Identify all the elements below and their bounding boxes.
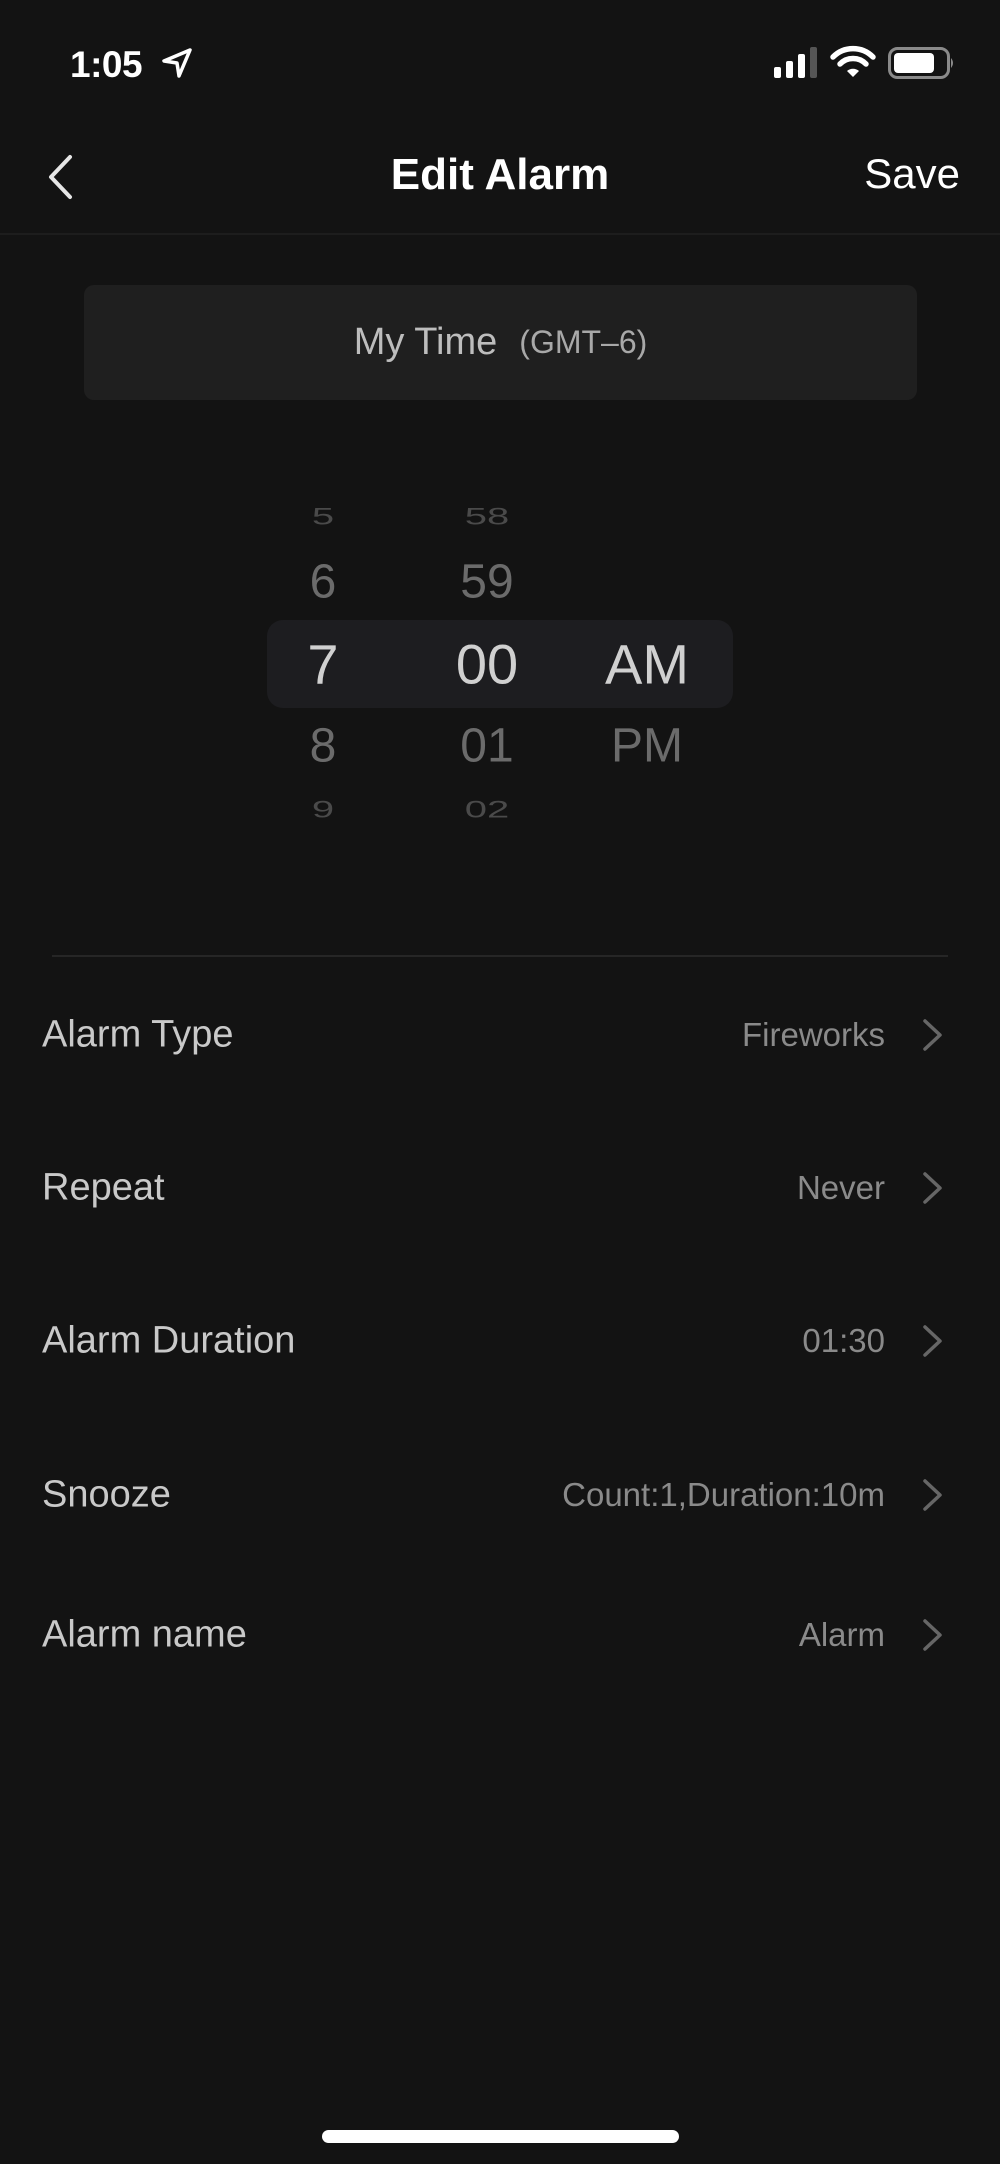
section-divider [52,955,948,957]
home-indicator[interactable] [322,2130,679,2143]
setting-row-alarm-name[interactable]: Alarm name Alarm [0,1575,1000,1695]
period-selected[interactable]: AM [567,632,727,697]
hour-selected[interactable]: 7 [243,632,403,697]
nav-divider [0,233,1000,235]
chevron-right-icon [923,1479,942,1511]
hour-option[interactable]: 6 [243,555,403,610]
setting-value: 01:30 [802,1322,885,1359]
setting-label: Alarm Type [42,1013,234,1056]
cellular-signal-icon [774,47,817,78]
setting-value: Fireworks [741,1016,885,1053]
setting-label: Snooze [42,1473,171,1516]
status-time: 1:05 [70,44,143,85]
chevron-right-icon [923,1172,942,1204]
battery-icon [888,47,953,79]
hour-option[interactable]: 9 [243,797,403,824]
hour-option[interactable]: 8 [243,719,403,774]
chevron-right-icon [923,1619,942,1651]
setting-label: Alarm Duration [42,1319,296,1362]
minute-option[interactable]: 58 [407,504,567,531]
chevron-right-icon [923,1019,942,1051]
minute-option[interactable]: 59 [407,555,567,610]
minute-option[interactable]: 02 [407,797,567,824]
location-arrow-icon [162,48,192,78]
setting-value: Count:1,Duration:10m [562,1476,885,1513]
setting-value: Alarm [798,1616,885,1653]
minute-option[interactable]: 01 [407,719,567,774]
setting-label: Alarm name [42,1613,247,1656]
chevron-right-icon [923,1325,942,1357]
wifi-icon [830,45,876,77]
timezone-offset: (GMT–6) [519,324,648,360]
timezone-selector[interactable]: My Time (GMT–6) [84,285,917,400]
hour-option[interactable]: 5 [243,504,403,531]
setting-value: Never [796,1169,885,1206]
timezone-label: My Time [353,321,498,363]
save-button[interactable]: Save [864,150,960,198]
minute-selected[interactable]: 00 [407,632,567,697]
setting-row-snooze[interactable]: Snooze Count:1,Duration:10m [0,1435,1000,1555]
setting-label: Repeat [42,1166,165,1209]
setting-row-alarm-duration[interactable]: Alarm Duration 01:30 [0,1281,1000,1401]
setting-row-alarm-type[interactable]: Alarm Type Fireworks [0,975,1000,1095]
period-option[interactable]: PM [567,719,727,774]
page-title: Edit Alarm [390,150,610,199]
setting-row-repeat[interactable]: Repeat Never [0,1128,1000,1248]
